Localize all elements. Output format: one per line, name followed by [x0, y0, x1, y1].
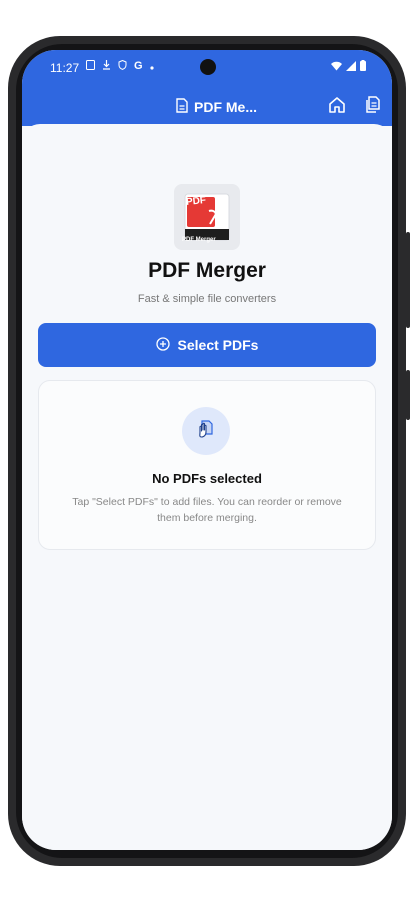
status-bar: 11:27 G — [22, 50, 392, 86]
hand-document-icon — [195, 418, 217, 445]
home-icon[interactable] — [328, 96, 346, 119]
plus-circle-icon — [155, 336, 170, 354]
wifi-icon — [331, 60, 342, 74]
battery-icon — [360, 60, 366, 74]
app-bar-title-text: PDF Me... — [194, 99, 258, 115]
app-bar-actions — [328, 96, 382, 119]
app-name: PDF Merger — [148, 259, 266, 282]
power-button — [406, 370, 410, 420]
empty-state-description: Tap "Select PDFs" to add files. You can … — [72, 496, 342, 524]
download-icon — [102, 59, 111, 73]
status-time: 11:27 — [50, 61, 80, 75]
files-icon[interactable] — [364, 96, 382, 119]
document-icon — [176, 98, 188, 116]
logo-top-text: PDF — [185, 194, 207, 209]
empty-state-icon-circle — [182, 407, 230, 455]
select-pdfs-label: Select PDFs — [177, 337, 259, 353]
app-bar: PDF Me... — [22, 86, 392, 126]
status-icons-left: G — [86, 59, 154, 73]
empty-state-card: No PDFs selected Tap "Select PDFs" to ad… — [38, 380, 376, 550]
camera-hole — [200, 59, 216, 75]
app-tagline: Fast & simple file converters — [137, 293, 277, 305]
main-content: PDF PDF Merger PDF Merger Fast & simple … — [22, 124, 392, 850]
dot-icon — [149, 59, 154, 73]
shield-icon — [118, 59, 127, 73]
app-bar-title: PDF Me... — [176, 98, 257, 116]
select-pdfs-button[interactable]: Select PDFs — [38, 323, 376, 367]
signal-icon — [346, 60, 356, 74]
sim-icon — [86, 59, 95, 73]
logo-bottom-text: PDF Merger — [182, 237, 216, 243]
volume-button — [406, 232, 410, 328]
google-icon: G — [134, 60, 143, 72]
screen: 11:27 G PDF Me... PDF PDF Merger PDF Mer… — [22, 50, 392, 850]
empty-state-title: No PDFs selected — [152, 471, 262, 486]
status-icons-right — [331, 60, 366, 74]
